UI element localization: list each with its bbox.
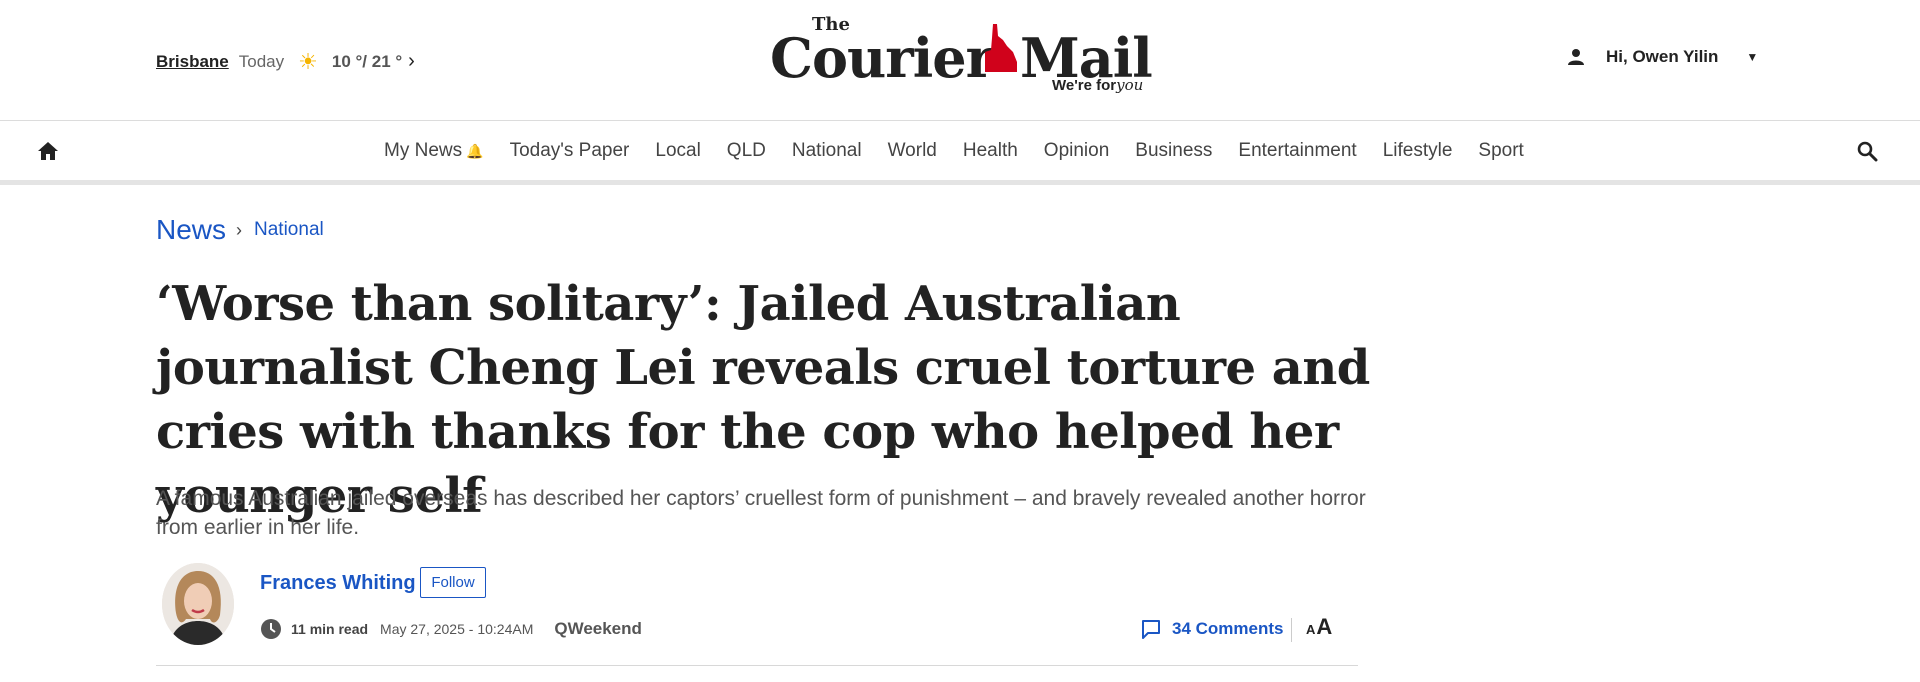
comments-count: 34 Comments (1172, 619, 1284, 638)
nav-item-world[interactable]: World (888, 140, 937, 162)
bell-icon: 🔔 (466, 142, 484, 159)
weather-temperature: 10 °/ 21 ° (331, 51, 403, 71)
nav-item-sport[interactable]: Sport (1478, 140, 1523, 162)
nav-item-entertainment[interactable]: Entertainment (1238, 140, 1356, 162)
weather-widget[interactable]: Brisbane Today ☀ 10 °/ 21 ° › (156, 50, 415, 73)
author-name[interactable]: Frances Whiting (260, 572, 416, 595)
comment-icon (1142, 620, 1160, 639)
publish-date: May 27, 2025 - 10:24AM (380, 621, 534, 637)
author-avatar[interactable] (162, 563, 234, 645)
home-icon[interactable] (37, 140, 59, 162)
caret-down-icon[interactable]: ▼ (1746, 50, 1758, 64)
font-size-toggle[interactable]: A A (1306, 614, 1332, 640)
nav-links: My News 🔔 Today's Paper Local QLD Nationa… (384, 122, 1550, 180)
tagline-script: you (1116, 76, 1144, 94)
font-size-small: A (1306, 622, 1316, 637)
nav-item-opinion[interactable]: Opinion (1044, 140, 1110, 162)
read-time: 11 min read (291, 621, 369, 637)
article-standfirst: A famous Australian jailed overseas has … (156, 487, 1366, 539)
site-header: Brisbane Today ☀ 10 °/ 21 ° › The Courie… (0, 0, 1920, 121)
clock-icon (261, 619, 281, 639)
person-icon (1568, 49, 1584, 65)
comments-link[interactable]: 34 Comments (1140, 618, 1283, 640)
breadcrumb: News › National (156, 214, 324, 246)
nav-item-todays-paper[interactable]: Today's Paper (510, 140, 630, 162)
follow-button[interactable]: Follow (420, 567, 486, 598)
weather-city-link[interactable]: Brisbane (156, 52, 229, 72)
nav-item-label: My News (384, 140, 463, 161)
sun-icon: ☀ (298, 48, 318, 74)
article-byline: Frances Whiting Follow 11 min read May 2… (156, 560, 1358, 666)
font-size-large: A (1316, 614, 1333, 639)
logo-word-courier: Courier (770, 26, 994, 90)
breadcrumb-news[interactable]: News (156, 214, 226, 246)
main-navigation: My News 🔔 Today's Paper Local QLD Nationa… (0, 122, 1920, 185)
logo-tagline: We're foryou (1052, 76, 1143, 94)
user-greeting[interactable]: Hi, Owen Yilin (1606, 47, 1718, 67)
nav-item-qld[interactable]: QLD (727, 140, 766, 162)
nav-item-local[interactable]: Local (655, 140, 700, 162)
user-menu[interactable]: Hi, Owen Yilin ▼ (1566, 47, 1758, 67)
courier-mail-logo[interactable]: The Courier Mail We're foryou (770, 14, 1153, 100)
article-section[interactable]: QWeekend (554, 619, 642, 639)
weather-day: Today (238, 51, 285, 71)
meta-divider (1291, 618, 1292, 642)
article-meta: 11 min read May 27, 2025 - 10:24AM QWeek… (260, 618, 642, 640)
search-icon[interactable] (1856, 140, 1878, 162)
nav-item-lifestyle[interactable]: Lifestyle (1383, 140, 1453, 162)
queensland-map-icon (985, 24, 1017, 72)
chevron-right-icon: › (236, 219, 243, 240)
nav-item-business[interactable]: Business (1135, 140, 1212, 162)
nav-item-national[interactable]: National (792, 140, 862, 162)
chevron-right-icon[interactable]: › (408, 50, 415, 73)
breadcrumb-national[interactable]: National (254, 219, 324, 241)
nav-item-my-news[interactable]: My News 🔔 (384, 140, 484, 162)
nav-item-health[interactable]: Health (963, 140, 1018, 162)
tagline-prefix: We're for (1052, 77, 1117, 94)
